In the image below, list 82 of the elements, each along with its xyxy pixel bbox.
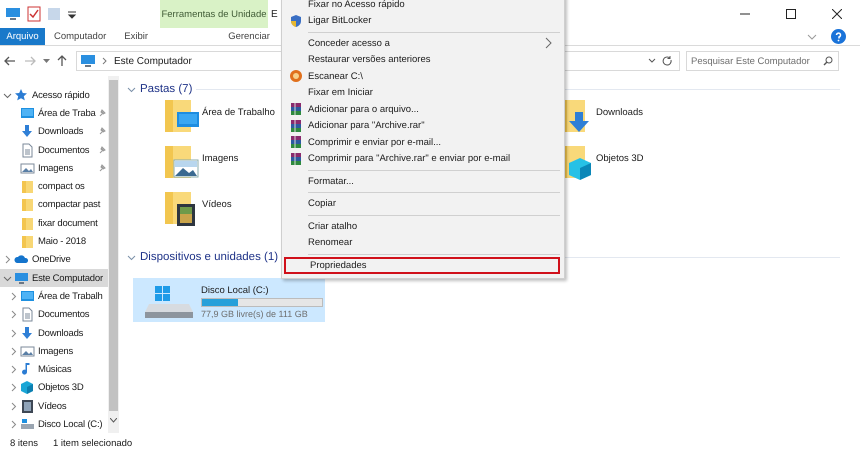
image-icon: [20, 344, 35, 359]
folder-icon: [20, 179, 35, 194]
selection-status: 1 item selecionado: [53, 438, 132, 448]
nav-item[interactable]: Imagens: [0, 342, 108, 360]
ribbon-tab[interactable]: Exibir: [115, 28, 158, 45]
menu-item[interactable]: Fixar no Acesso rápido: [284, 0, 560, 12]
nav-item[interactable]: Documentos: [0, 306, 108, 324]
group-header[interactable]: Pastas (7): [140, 83, 192, 95]
menu-item[interactable]: Escanear C:\: [284, 68, 560, 84]
menu-item[interactable]: Renomear: [284, 234, 560, 251]
nav-item[interactable]: compactar past: [0, 196, 108, 214]
nav-item[interactable]: Objetos 3D: [0, 378, 108, 398]
computer-icon: [80, 54, 96, 68]
menu-item[interactable]: Copiar: [284, 196, 560, 212]
group-header[interactable]: Dispositivos e unidades (1): [140, 251, 278, 263]
nav-item[interactable]: Imagens: [0, 159, 108, 178]
nav-item[interactable]: Disco Local (C:): [0, 415, 108, 434]
scroll-thumb[interactable]: [109, 80, 118, 411]
shield-icon: [289, 14, 303, 28]
document-icon: [20, 142, 35, 158]
close-icon: [832, 9, 842, 19]
menu-item[interactable]: Restaurar versões anteriores: [284, 52, 560, 68]
file-tab[interactable]: Arquivo: [0, 28, 45, 45]
menu-item[interactable]: Propriedades: [284, 257, 560, 274]
ribbon-tab[interactable]: Computador: [45, 28, 116, 45]
menu-item[interactable]: Criar atalho: [284, 218, 560, 234]
download-arrow-icon: [20, 326, 35, 340]
menu-item[interactable]: Fixar em Iniciar: [284, 84, 560, 101]
nav-item[interactable]: fixar document: [0, 214, 108, 232]
drive-item[interactable]: Disco Local (C:) 77,9 GB livre(s) de 111 GB: [133, 278, 325, 322]
desktop-icon: [20, 288, 35, 304]
nav-item[interactable]: Vídeos: [0, 397, 108, 416]
menu-item[interactable]: Adicionar para "Archive.rar": [284, 118, 560, 134]
caret-down-icon: [648, 58, 656, 64]
nav-item[interactable]: Downloads: [0, 324, 108, 342]
scrollbar[interactable]: [108, 76, 119, 433]
back-arrow-icon: [4, 56, 16, 66]
search-icon: [823, 56, 833, 66]
image-icon: [20, 160, 35, 176]
tool-tab-header: Ferramentas de Unidade: [160, 0, 268, 28]
folder-icon: [20, 197, 35, 212]
star-icon: [14, 88, 29, 103]
cube-icon: [20, 380, 35, 396]
nav-item[interactable]: Este Computador: [0, 268, 108, 288]
download-arrow-icon: [20, 124, 35, 140]
drive-icon: [20, 416, 35, 432]
nav-item[interactable]: Área de Traba: [0, 104, 108, 123]
desktop-icon: [20, 106, 35, 121]
search-field[interactable]: Pesquisar Este Computador: [686, 51, 839, 71]
folder-icon: [20, 234, 35, 250]
computer-icon: [14, 270, 29, 286]
archive-books-icon: [289, 135, 303, 150]
caret-down-icon: [42, 58, 50, 64]
nav-item[interactable]: Maio - 2018: [0, 232, 108, 251]
archive-books-icon: [289, 118, 303, 133]
breadcrumb-chevron-icon: [102, 57, 108, 65]
nav-item[interactable]: Documentos: [0, 140, 108, 160]
archive-books-icon: [289, 152, 303, 166]
scan-icon: [289, 69, 303, 84]
refresh-icon: [662, 56, 673, 66]
forward-arrow-icon: [24, 56, 36, 66]
window-title: E: [271, 8, 278, 22]
expand-ribbon-icon: [807, 32, 817, 40]
menu-item[interactable]: Ligar BitLocker: [284, 12, 560, 29]
nav-item[interactable]: Músicas: [0, 360, 108, 379]
menu-item[interactable]: Adicionar para o arquivo...: [284, 101, 560, 118]
item-count: 8 itens: [10, 438, 38, 448]
nav-item[interactable]: Downloads: [0, 122, 108, 141]
nav-item[interactable]: Área de Trabalh: [0, 287, 108, 306]
nav-item[interactable]: compact os: [0, 177, 108, 196]
address-path: Este Computador: [114, 56, 192, 66]
archive-books-icon: [289, 102, 303, 116]
menu-item[interactable]: Comprimir para "Archive.rar" e enviar por e-mail: [284, 150, 560, 167]
computer-icon: [5, 6, 21, 22]
nav-item[interactable]: OneDrive: [0, 250, 108, 269]
maximize-icon: [786, 9, 796, 19]
document-icon: [20, 307, 35, 322]
menu-item[interactable]: Comprimir e enviar por e-mail...: [284, 134, 560, 150]
folder-icon: [20, 216, 35, 231]
up-arrow-icon: [57, 55, 67, 67]
menu-item[interactable]: Formatar...: [284, 173, 560, 190]
nav-item[interactable]: Acesso rápido: [0, 86, 108, 104]
